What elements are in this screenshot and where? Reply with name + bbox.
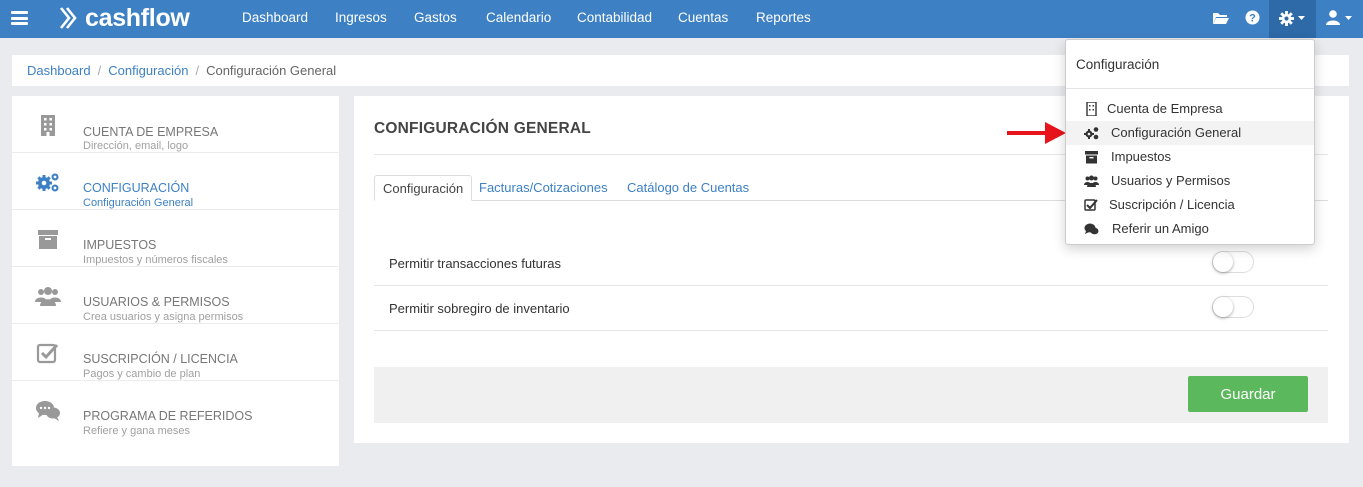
users-icon [1084, 175, 1099, 187]
setting-label-sobregiro-inventario: Permitir sobregiro de inventario [389, 301, 570, 316]
sidebar-item-subtitle: Impuestos y números fiscales [83, 254, 228, 266]
sidebar-item-referidos[interactable]: PROGRAMA DE REFERIDOS Refiere y gana mes… [12, 381, 339, 438]
menu-item-usuarios-permisos[interactable]: Usuarios y Permisos [1066, 169, 1314, 193]
nav-reportes[interactable]: Reportes [756, 10, 811, 25]
toggle-knob [1213, 297, 1233, 317]
breadcrumb-configuracion[interactable]: Configuración [108, 63, 188, 78]
menu-icon[interactable] [11, 11, 28, 25]
divider [1066, 88, 1314, 89]
toggle-knob [1213, 252, 1233, 272]
building-icon [1086, 102, 1097, 116]
menu-item-label: Usuarios y Permisos [1111, 173, 1231, 188]
menu-item-cuenta-empresa[interactable]: Cuenta de Empresa [1066, 97, 1314, 121]
nav-gastos[interactable]: Gastos [414, 10, 457, 25]
setting-row: Permitir transacciones futuras [374, 241, 1328, 286]
menu-item-label: Cuenta de Empresa [1107, 101, 1223, 116]
menu-item-impuestos[interactable]: Impuestos [1066, 145, 1314, 169]
chat-icon [1084, 223, 1099, 235]
caret-down-icon [1345, 16, 1352, 20]
annotation-arrow-icon [1007, 122, 1066, 144]
brand-logo[interactable]: cashflow [58, 3, 190, 33]
top-navbar: cashflow Dashboard Ingresos Gastos Calen… [0, 0, 1363, 38]
tab-configuracion[interactable]: Configuración [374, 175, 473, 201]
sidebar-item-title: SUSCRIPCIÓN / LICENCIA [83, 352, 238, 366]
menu-item-label: Configuración General [1111, 125, 1242, 140]
form-actions: Guardar [374, 367, 1328, 423]
sidebar-item-subtitle: Refiere y gana meses [83, 425, 190, 437]
sidebar-item-title: PROGRAMA DE REFERIDOS [83, 409, 253, 423]
settings-menu-toggle[interactable] [1269, 0, 1316, 38]
dropdown-header: Configuración [1076, 57, 1160, 72]
brand-name: cashflow [85, 3, 190, 32]
page-title: CONFIGURACIÓN GENERAL [374, 120, 591, 137]
sidebar-item-impuestos[interactable]: IMPUESTOS Impuestos y números fiscales [12, 210, 339, 267]
sidebar-item-subtitle: Pagos y cambio de plan [83, 368, 201, 380]
menu-item-label: Impuestos [1111, 149, 1171, 164]
cashflow-logo-icon [59, 7, 77, 29]
setting-label-transacciones-futuras: Permitir transacciones futuras [389, 256, 561, 271]
sidebar-item-cuenta-empresa[interactable]: CUENTA DE EMPRESA Dirección, email, logo [12, 96, 339, 153]
svg-text:?: ? [1249, 13, 1256, 25]
sidebar-item-configuracion[interactable]: CONFIGURACIÓN Configuración General [12, 153, 339, 210]
breadcrumb-dashboard[interactable]: Dashboard [27, 63, 91, 78]
breadcrumb-current: Configuración General [206, 63, 337, 78]
toggle-transacciones-futuras[interactable] [1212, 251, 1254, 273]
folder-icon[interactable] [1212, 11, 1230, 25]
sidebar-item-subtitle: Dirección, email, logo [83, 140, 189, 152]
help-icon[interactable]: ? [1245, 10, 1260, 25]
sidebar-item-suscripcion[interactable]: SUSCRIPCIÓN / LICENCIA Pagos y cambio de… [12, 324, 339, 381]
sidebar-item-subtitle: Crea usuarios y asigna permisos [83, 311, 244, 323]
chat-icon [36, 401, 60, 421]
menu-item-label: Referir un Amigo [1112, 221, 1209, 236]
sidebar-item-subtitle: Configuración General [83, 197, 194, 209]
save-button[interactable]: Guardar [1188, 376, 1308, 412]
setting-row: Permitir sobregiro de inventario [374, 286, 1328, 331]
sidebar-item-usuarios[interactable]: USUARIOS & PERMISOS Crea usuarios y asig… [12, 267, 339, 324]
sidebar-item-title: IMPUESTOS [83, 238, 157, 252]
user-icon [1326, 10, 1340, 25]
menu-item-suscripcion-licencia[interactable]: Suscripción / Licencia [1066, 193, 1314, 217]
nav-contabilidad[interactable]: Contabilidad [577, 10, 652, 25]
menu-item-referir-amigo[interactable]: Referir un Amigo [1066, 217, 1314, 241]
nav-calendario[interactable]: Calendario [486, 10, 551, 25]
checkbox-icon [1084, 199, 1098, 211]
tab-facturas-cotizaciones[interactable]: Facturas/Cotizaciones [471, 175, 616, 201]
nav-dashboard[interactable]: Dashboard [242, 10, 308, 25]
gears-icon [36, 173, 59, 192]
sidebar-item-title: USUARIOS & PERMISOS [83, 295, 230, 309]
nav-ingresos[interactable]: Ingresos [335, 10, 387, 25]
settings-sidebar: CUENTA DE EMPRESA Dirección, email, logo… [12, 96, 339, 466]
archive-icon [1085, 151, 1098, 164]
nav-cuentas[interactable]: Cuentas [678, 10, 728, 25]
menu-item-label: Suscripción / Licencia [1109, 197, 1235, 212]
gear-icon [1279, 11, 1294, 26]
menu-item-configuracion-general[interactable]: Configuración General [1066, 121, 1314, 145]
sidebar-item-title: CONFIGURACIÓN [83, 181, 190, 195]
settings-dropdown-menu: Configuración Cuenta de Empresa Configur… [1065, 39, 1315, 245]
toggle-sobregiro-inventario[interactable] [1212, 296, 1254, 318]
users-icon [35, 287, 61, 306]
archive-icon [38, 230, 58, 249]
building-icon [41, 115, 55, 136]
checkbox-icon [36, 343, 59, 364]
gears-icon [1084, 127, 1099, 140]
sidebar-item-title: CUENTA DE EMPRESA [83, 125, 219, 139]
user-menu-toggle[interactable] [1325, 0, 1363, 38]
caret-down-icon [1298, 16, 1305, 20]
tab-catalogo-cuentas[interactable]: Catálogo de Cuentas [619, 175, 757, 201]
